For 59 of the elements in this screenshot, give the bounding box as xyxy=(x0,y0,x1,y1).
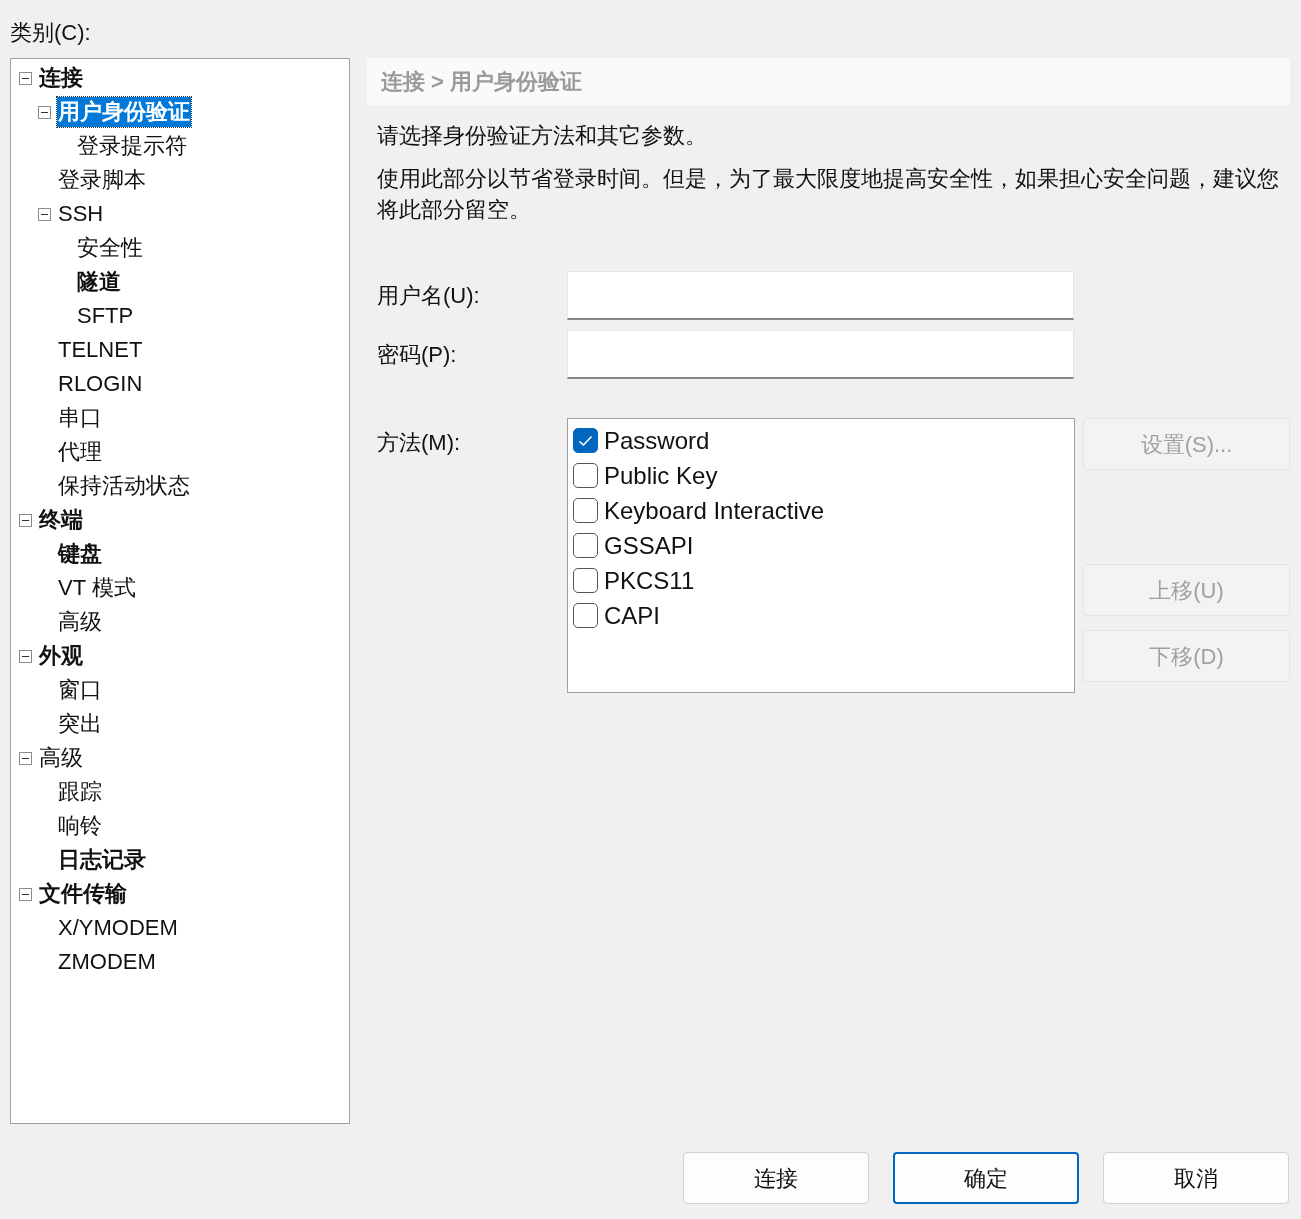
collapse-icon[interactable] xyxy=(38,105,51,119)
method-label[interactable]: PKCS11 xyxy=(604,562,695,599)
input-field[interactable] xyxy=(567,330,1074,379)
tree-item[interactable]: 窗口 xyxy=(57,675,103,705)
method-label[interactable]: Keyboard Interactive xyxy=(604,492,825,529)
tree-item[interactable]: 外观 xyxy=(38,641,84,671)
tree-item[interactable]: X/YMODEM xyxy=(57,913,179,943)
tree-item[interactable]: 连接 xyxy=(38,63,84,93)
checkbox[interactable] xyxy=(573,533,598,558)
method-label[interactable]: GSSAPI xyxy=(604,527,694,564)
input-field[interactable] xyxy=(567,271,1074,320)
collapse-icon[interactable] xyxy=(38,207,51,221)
checkbox[interactable] xyxy=(573,428,598,453)
tree-item[interactable]: 文件传输 xyxy=(38,879,128,909)
method-label[interactable]: CAPI xyxy=(604,597,660,634)
tree-item[interactable]: 隧道 xyxy=(76,267,122,297)
tree-item[interactable]: 串口 xyxy=(57,403,103,433)
tree-item[interactable]: 高级 xyxy=(57,607,103,637)
dialog-button[interactable]: 取消 xyxy=(1103,1152,1289,1204)
tree-item[interactable]: VT 模式 xyxy=(57,573,137,603)
tree-item[interactable]: 保持活动状态 xyxy=(57,471,191,501)
description-text: 使用此部分以节省登录时间。但是，为了最大限度地提高安全性，如果担心安全问题，建议您将此部分留空。 xyxy=(377,165,1280,224)
tree-item[interactable]: 键盘 xyxy=(57,539,103,569)
collapse-icon[interactable] xyxy=(19,887,32,901)
breadcrumb: 连接 > 用户身份验证 xyxy=(381,68,583,96)
tree-item[interactable]: ZMODEM xyxy=(57,947,157,977)
tree-item[interactable]: 日志记录 xyxy=(57,845,147,875)
tree-item[interactable]: RLOGIN xyxy=(57,369,144,399)
tree-item[interactable]: 用户身份验证 xyxy=(57,97,191,127)
checkbox[interactable] xyxy=(573,498,598,523)
method-label[interactable]: Public Key xyxy=(604,457,718,494)
collapse-icon[interactable] xyxy=(19,751,32,765)
checkbox[interactable] xyxy=(573,603,598,628)
tree-item[interactable]: 高级 xyxy=(38,743,84,773)
checkbox[interactable] xyxy=(573,568,598,593)
collapse-icon[interactable] xyxy=(19,649,32,663)
tree-item[interactable]: 代理 xyxy=(57,437,103,467)
method-label: 方法(M): xyxy=(376,429,462,457)
dialog-button[interactable]: 确定 xyxy=(893,1152,1079,1204)
tree-item[interactable]: TELNET xyxy=(57,335,144,365)
checkbox[interactable] xyxy=(573,463,598,488)
collapse-icon[interactable] xyxy=(19,513,32,527)
tree-item[interactable]: 突出 xyxy=(57,709,103,739)
tree-item[interactable]: SSH xyxy=(57,199,105,229)
category-label: 类别(C): xyxy=(10,19,92,47)
check-icon xyxy=(578,434,593,447)
tree-item[interactable]: 登录脚本 xyxy=(57,165,147,195)
tree-item[interactable]: 安全性 xyxy=(76,233,144,263)
tree-item[interactable]: 跟踪 xyxy=(57,777,103,807)
collapse-icon[interactable] xyxy=(19,71,32,85)
field-label: 用户名(U): xyxy=(376,282,481,310)
description-text: 请选择身份验证方法和其它参数。 xyxy=(377,122,708,150)
tree-item[interactable]: 登录提示符 xyxy=(76,131,188,161)
tree-item[interactable]: 响铃 xyxy=(57,811,103,841)
tree-item[interactable]: 终端 xyxy=(38,505,84,535)
tree-item[interactable]: SFTP xyxy=(76,301,135,331)
dialog-button[interactable]: 连接 xyxy=(683,1152,869,1204)
field-label: 密码(P): xyxy=(376,341,458,369)
method-label[interactable]: Password xyxy=(604,422,710,459)
